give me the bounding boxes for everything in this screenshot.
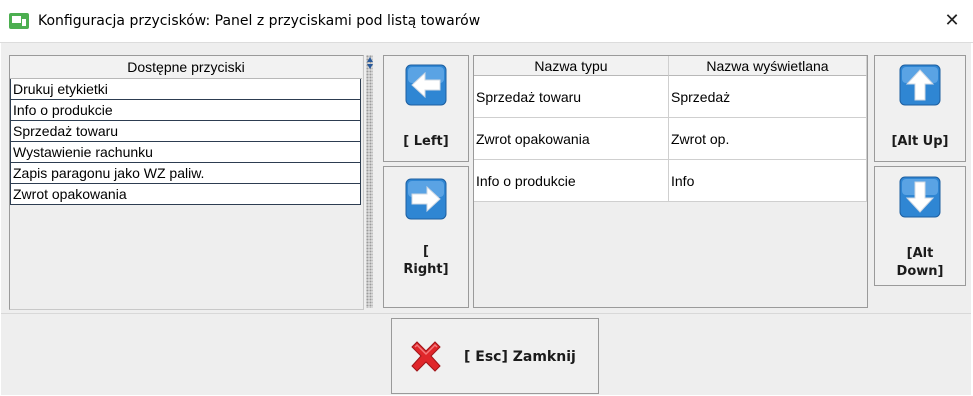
- move-up-label: [Alt Up]: [891, 134, 949, 149]
- move-down-label-line2: Down]: [896, 264, 944, 279]
- cell-type-name[interactable]: Zwrot opakowania: [474, 118, 669, 160]
- selected-buttons-table[interactable]: Nazwa typu Nazwa wyświetlana Sprzedaż to…: [473, 55, 868, 308]
- column-header-type-name[interactable]: Nazwa typu: [474, 56, 669, 76]
- list-item[interactable]: Sprzedaż towaru: [10, 121, 361, 142]
- cell-display-name[interactable]: Sprzedaż: [669, 76, 867, 118]
- move-right-label-line2: Right]: [403, 262, 449, 277]
- cell-display-name[interactable]: Info: [669, 160, 867, 202]
- list-item[interactable]: Zwrot opakowania: [10, 184, 361, 205]
- footer-divider: [1, 313, 971, 314]
- move-right-label-line1: [: [423, 244, 429, 259]
- list-item[interactable]: Zapis paragonu jako WZ paliw.: [10, 163, 361, 184]
- cell-type-name[interactable]: Info o produkcie: [474, 160, 669, 202]
- arrow-up-icon: [899, 64, 941, 106]
- cell-display-name[interactable]: Zwrot op.: [669, 118, 867, 160]
- table-row[interactable]: Zwrot opakowania Zwrot op.: [474, 118, 867, 160]
- move-left-button[interactable]: [ Left]: [383, 55, 469, 162]
- move-left-label: [ Left]: [403, 134, 449, 149]
- arrow-down-icon: [899, 176, 941, 218]
- red-x-icon: [411, 341, 441, 372]
- window-config-icon: [9, 13, 29, 29]
- table-row[interactable]: Sprzedaż towaru Sprzedaż: [474, 76, 867, 118]
- cell-type-name[interactable]: Sprzedaż towaru: [474, 76, 669, 118]
- panel-splitter[interactable]: [366, 55, 373, 308]
- table-row[interactable]: Info o produkcie Info: [474, 160, 867, 202]
- move-up-button[interactable]: [Alt Up]: [874, 55, 966, 162]
- move-down-button[interactable]: [Alt Down]: [874, 166, 966, 286]
- list-item[interactable]: Info o produkcie: [10, 100, 361, 121]
- dialog-body: Dostępne przyciski Drukuj etykietki Info…: [1, 43, 971, 395]
- move-down-label-line1: [Alt: [906, 246, 934, 261]
- title-bar: Konfiguracja przycisków: Panel z przycis…: [0, 0, 973, 43]
- list-item[interactable]: Drukuj etykietki: [10, 79, 361, 100]
- window-close-button[interactable]: ✕: [937, 6, 967, 36]
- available-buttons-header: Dostępne przyciski: [10, 56, 362, 79]
- close-dialog-button[interactable]: [ Esc] Zamknij: [391, 318, 599, 394]
- close-dialog-label: [ Esc] Zamknij: [464, 349, 576, 365]
- arrow-right-icon: [405, 178, 447, 220]
- column-header-display-name[interactable]: Nazwa wyświetlana: [669, 56, 867, 76]
- move-right-button[interactable]: [ Right]: [383, 166, 469, 308]
- list-item[interactable]: Wystawienie rachunku: [10, 142, 361, 163]
- available-buttons-list[interactable]: Dostępne przyciski Drukuj etykietki Info…: [9, 55, 364, 310]
- splitter-up-arrow-icon[interactable]: [367, 57, 373, 62]
- arrow-left-icon: [405, 64, 447, 106]
- window-title: Konfiguracja przycisków: Panel z przycis…: [38, 13, 481, 29]
- splitter-down-arrow-icon[interactable]: [367, 64, 373, 69]
